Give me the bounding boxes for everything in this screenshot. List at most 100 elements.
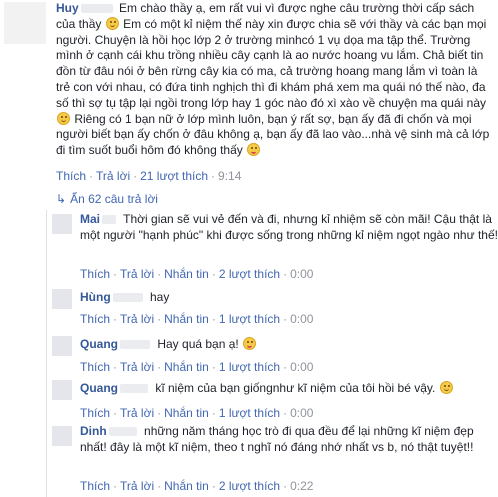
separator: · [113,360,118,374]
timestamp[interactable]: 0:00 [290,312,313,326]
avatar[interactable] [52,426,72,446]
hide-replies-label: Ẩn 62 câu trả lời [70,192,158,206]
like-link[interactable]: Thích [80,312,110,326]
like-count[interactable]: 21 lượt thích [140,169,208,183]
reply-text: kĩ niệm của bạn giốngnhư kĩ niệm của tôi… [155,381,436,395]
separator: · [211,267,216,281]
reply-text: hay [150,290,170,304]
smile-emoji-icon [105,16,119,30]
reply-link[interactable]: Trả lời [120,312,154,326]
separator: · [283,406,288,420]
separator: · [157,267,162,281]
separator: · [211,360,216,374]
separator: · [157,312,162,326]
reply-link[interactable]: Trả lời [96,169,130,183]
comment-thread: Huy Em chào thầy ạ, em rất vui vì được n… [0,0,498,497]
separator: · [157,479,162,493]
avatar[interactable] [52,380,72,400]
separator: · [211,169,216,183]
tongue-emoji-icon [243,337,257,350]
like-count[interactable]: 1 lượt thích [219,406,280,420]
separator: · [283,267,288,281]
separator: · [113,406,118,420]
timestamp[interactable]: 0:00 [290,267,313,281]
message-link[interactable]: Nhắn tin [164,312,209,326]
message-link[interactable]: Nhắn tin [164,406,209,420]
reply-arrow-icon: ↳ [56,192,67,206]
comment-author[interactable]: Huy [56,1,79,15]
separator: · [157,360,162,374]
like-link[interactable]: Thích [56,169,86,183]
reply-author[interactable]: Dinh [80,424,107,438]
separator: · [283,360,288,374]
reply-actions: Thích · Trả lời · Nhắn tin · 1 lượt thích · 0:00 [80,406,313,420]
reply-link[interactable]: Trả lời [120,406,154,420]
separator: · [113,267,118,281]
reply-author[interactable]: Hùng [80,290,111,304]
reply-content: Mai Thời gian sẽ vui vẻ đến và đi, nhưng… [80,212,498,243]
avatar[interactable] [52,214,72,234]
comment-text-part-2: Em có một kỉ niệm thế này xin được chia … [56,16,487,110]
separator: · [133,169,138,183]
author-name-redaction [80,4,113,14]
smile-emoji-icon [439,381,453,394]
reply-text: Hay quá bạn ạ! [157,337,239,351]
reply-actions: Thích · Trả lời · Nhắn tin · 1 lượt thích · 0:00 [80,360,313,374]
reply-text: những năm tháng học trò đi qua đều để lạ… [80,424,474,454]
reply-author[interactable]: Mai [80,212,100,226]
hide-replies-link[interactable]: ↳ Ẩn 62 câu trả lời [56,192,158,206]
separator: · [157,406,162,420]
reply-item: Quang kĩ niệm của bạn giốngnhư kĩ niệm c… [52,378,492,420]
reply-author[interactable]: Quang [80,381,118,395]
reply-actions: Thích · Trả lời · Nhắn tin · 1 lượt thích · 0:00 [80,312,313,326]
timestamp[interactable]: 9:14 [218,169,241,183]
reply-item: Dinh những năm tháng học trò đi qua đều … [52,424,492,496]
reply-link[interactable]: Trả lời [120,267,154,281]
author-name-redaction [112,293,143,303]
timestamp[interactable]: 0:00 [290,360,313,374]
separator: · [89,169,94,183]
like-count[interactable]: 1 lượt thích [219,312,280,326]
separator: · [283,479,288,493]
separator: · [211,406,216,420]
reply-content: Quang kĩ niệm của bạn giốngnhư kĩ niệm c… [80,381,498,397]
reply-item: Quang Hay quá bạn ạ! Thích · Trả lời · Nhắn … [52,334,492,374]
reply-actions: Thích · Trả lời · Nhắn tin · 2 lượt thích · 0:00 [80,267,313,281]
reply-content: Quang Hay quá bạn ạ! [80,337,498,353]
like-count[interactable]: 2 lượt thích [219,479,280,493]
author-name-redaction [120,340,150,350]
like-link[interactable]: Thích [80,360,110,374]
author-name-redaction [102,215,117,225]
like-count[interactable]: 1 lượt thích [219,360,280,374]
message-link[interactable]: Nhắn tin [164,479,209,493]
reply-content: Dinh những năm tháng học trò đi qua đều … [80,424,498,455]
reply-link[interactable]: Trả lời [120,479,154,493]
author-name-redaction [120,384,148,394]
reply-content: Hùng hay [80,290,498,306]
like-link[interactable]: Thích [80,479,110,493]
reply-item: Mai Thời gian sẽ vui vẻ đến và đi, nhưng… [52,212,498,282]
separator: · [211,312,216,326]
smile-emoji-icon [57,111,70,125]
like-count[interactable]: 2 lượt thích [219,267,280,281]
message-link[interactable]: Nhắn tin [164,360,209,374]
main-comment: Huy Em chào thầy ạ, em rất vui vì được n… [56,1,494,159]
comment-text-part-3: Riêng có 1 bạn nữ ở lớp mình luôn, bạn ý… [56,111,490,158]
reply-link[interactable]: Trả lời [120,360,154,374]
separator: · [113,312,118,326]
timestamp[interactable]: 0:00 [290,406,313,420]
avatar[interactable] [4,2,46,44]
like-link[interactable]: Thích [80,406,110,420]
avatar[interactable] [52,289,72,309]
avatar[interactable] [52,336,72,356]
tongue-emoji-icon [247,143,261,157]
reply-author[interactable]: Quang [80,337,118,351]
like-link[interactable]: Thích [80,267,110,281]
reply-actions: Thích · Trả lời · Nhắn tin · 2 lượt thích · 0:22 [80,479,313,493]
message-link[interactable]: Nhắn tin [164,267,209,281]
main-comment-actions: Thích · Trả lời · 21 lượt thích · 9:14 [56,169,241,183]
separator: · [283,312,288,326]
reply-text: Thời gian sẽ vui vẻ đến và đi, nhưng kỉ … [80,212,498,242]
timestamp[interactable]: 0:22 [290,479,313,493]
reply-item: Hùng hay Thích · Trả lời · Nhắn tin · 1 lượt t… [52,287,492,327]
